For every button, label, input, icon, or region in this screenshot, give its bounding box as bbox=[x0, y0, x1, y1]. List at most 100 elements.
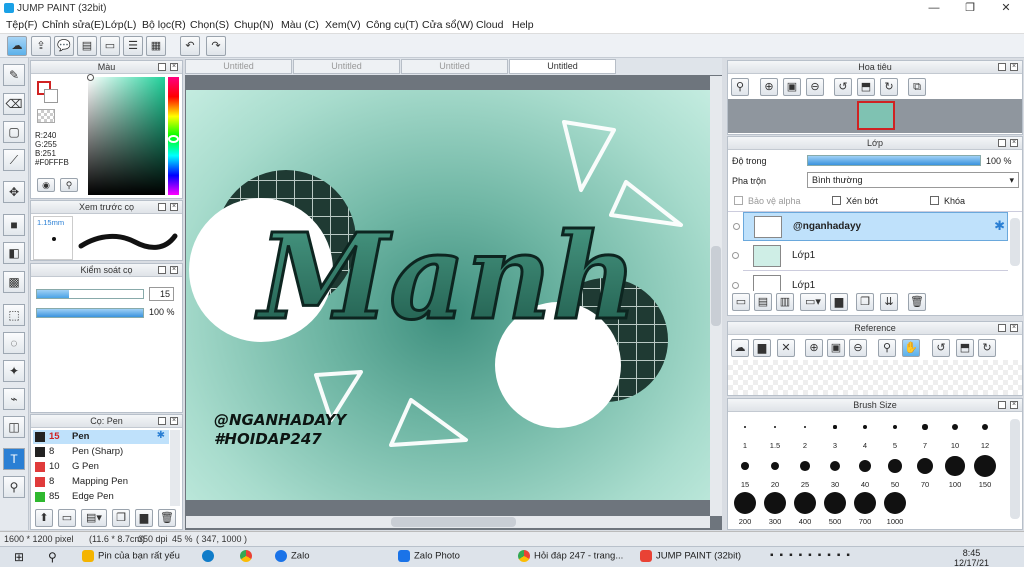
layer-row[interactable]: Lớp1 bbox=[732, 272, 1008, 291]
bucket-tool-icon[interactable]: ◧ bbox=[3, 242, 25, 264]
grid-icon[interactable]: ▦ bbox=[146, 36, 166, 56]
hand-icon[interactable]: ✋ bbox=[902, 339, 920, 357]
palette-icon[interactable]: ◉ bbox=[37, 178, 55, 192]
lock-checkbox[interactable] bbox=[930, 196, 939, 205]
brush-size-scrollbar[interactable] bbox=[1010, 419, 1020, 519]
brush-size-option[interactable]: 300 bbox=[762, 491, 788, 527]
brush-size-option[interactable]: 7 bbox=[912, 415, 938, 451]
menu-color[interactable]: Màu (C) bbox=[281, 19, 319, 31]
eraser-tool-icon[interactable]: ⌫ bbox=[3, 93, 25, 115]
brush-size-option[interactable]: 12 bbox=[972, 415, 998, 451]
close-icon[interactable]: × bbox=[1010, 324, 1018, 332]
duplicate-layer-icon[interactable]: ❐ bbox=[856, 293, 874, 311]
list-icon[interactable]: ☰ bbox=[123, 36, 143, 56]
search-icon[interactable]: ⚲ bbox=[48, 550, 57, 564]
canvas-vertical-scrollbar[interactable] bbox=[710, 76, 722, 516]
brush-size-option[interactable]: 20 bbox=[762, 454, 788, 490]
float-icon[interactable] bbox=[158, 266, 166, 274]
tab-untitled[interactable]: Untitled bbox=[185, 59, 292, 74]
brush-list-scrollbar[interactable] bbox=[170, 430, 180, 506]
float-icon[interactable] bbox=[158, 63, 166, 71]
rotate-right-icon[interactable]: ↻ bbox=[880, 78, 898, 96]
zoom-out-icon[interactable]: ⊖ bbox=[806, 78, 824, 96]
rotate-right-icon[interactable]: ↻ bbox=[978, 339, 996, 357]
close-icon[interactable]: × bbox=[1010, 63, 1018, 71]
menu-tools[interactable]: Công cụ(T) bbox=[366, 19, 419, 31]
sv-cursor[interactable] bbox=[87, 74, 94, 81]
maximize-button[interactable]: ❐ bbox=[952, 0, 988, 17]
close-icon[interactable]: × bbox=[170, 266, 178, 274]
brush-size-option[interactable]: 1 bbox=[732, 415, 758, 451]
redo-icon[interactable]: ↷ bbox=[206, 36, 226, 56]
document-icon[interactable]: ▭ bbox=[100, 36, 120, 56]
select-rect-icon[interactable]: ⬚ bbox=[3, 304, 25, 326]
brush-item[interactable]: 8 Pen (Sharp) bbox=[33, 445, 169, 459]
menu-filter[interactable]: Bộ lọc(R) bbox=[142, 19, 186, 31]
new-layer-8bit-icon[interactable]: ▤ bbox=[754, 293, 772, 311]
float-icon[interactable] bbox=[998, 324, 1006, 332]
undo-icon[interactable]: ↶ bbox=[180, 36, 200, 56]
open-folder-icon[interactable]: ▆ bbox=[753, 339, 771, 357]
new-brush-icon[interactable]: ▭ bbox=[58, 509, 76, 527]
brush-folder-icon[interactable]: ▆ bbox=[135, 509, 153, 527]
menu-select[interactable]: Chọn(S) bbox=[190, 19, 229, 31]
brush-size-slider[interactable] bbox=[36, 289, 144, 299]
brush-size-option[interactable]: 3 bbox=[822, 415, 848, 451]
close-icon[interactable]: × bbox=[170, 63, 178, 71]
brush-size-option[interactable]: 200 bbox=[732, 491, 758, 527]
rotate-icon[interactable]: ↺ bbox=[932, 339, 950, 357]
float-icon[interactable] bbox=[998, 401, 1006, 409]
folder-icon[interactable]: ▆ bbox=[830, 293, 848, 311]
tab-untitled-active[interactable]: Untitled bbox=[509, 59, 616, 74]
cloud-icon[interactable]: ☁ bbox=[7, 36, 27, 56]
eyedropper-icon[interactable]: ⚲ bbox=[60, 178, 78, 192]
menu-file[interactable]: Tệp(F) bbox=[6, 19, 38, 31]
brush-size-option[interactable]: 15 bbox=[732, 454, 758, 490]
zoom-in-icon[interactable]: ⊕ bbox=[760, 78, 778, 96]
pen-tool-icon[interactable]: ✎ bbox=[3, 64, 25, 86]
close-icon[interactable]: × bbox=[170, 203, 178, 211]
eye-icon[interactable] bbox=[732, 252, 739, 259]
flip-icon[interactable]: ⬒ bbox=[956, 339, 974, 357]
float-icon[interactable] bbox=[998, 139, 1006, 147]
eye-icon[interactable] bbox=[732, 282, 739, 289]
float-icon[interactable] bbox=[158, 417, 166, 425]
navigator-preview[interactable] bbox=[728, 99, 1022, 133]
layer-scrollbar[interactable] bbox=[1010, 218, 1020, 266]
float-icon[interactable] bbox=[158, 203, 166, 211]
minimize-button[interactable]: — bbox=[916, 0, 952, 17]
lasso-icon[interactable]: ◌ bbox=[3, 332, 25, 354]
layer-opacity-slider[interactable] bbox=[807, 155, 981, 166]
merge-layer-icon[interactable]: ⇊ bbox=[880, 293, 898, 311]
brush-tool-icon[interactable]: ⟋ bbox=[3, 149, 25, 171]
brush-size-option[interactable]: 10 bbox=[942, 415, 968, 451]
new-layer-1bit-icon[interactable]: ▥ bbox=[776, 293, 794, 311]
export-icon[interactable]: ⇪ bbox=[31, 36, 51, 56]
menu-layer[interactable]: Lớp(L) bbox=[105, 19, 136, 31]
layer-menu-icon[interactable]: ▭▾ bbox=[800, 293, 826, 311]
close-button[interactable]: ✕ bbox=[988, 0, 1024, 17]
taskbar-item[interactable]: Pin của bạn rất yếu bbox=[82, 550, 180, 562]
brush-item[interactable]: 85 Edge Pen bbox=[33, 490, 169, 504]
layer-row[interactable]: @nganhadayy ✱ bbox=[733, 212, 1008, 241]
protect-alpha-checkbox[interactable] bbox=[734, 196, 743, 205]
transparent-swatch[interactable] bbox=[37, 109, 55, 123]
flip-icon[interactable]: ⬒ bbox=[857, 78, 875, 96]
brush-size-option[interactable]: 50 bbox=[882, 454, 908, 490]
delete-layer-icon[interactable]: 🗑 bbox=[908, 293, 926, 311]
select-eraser-icon[interactable]: ◫ bbox=[3, 416, 25, 438]
zoom-icon[interactable]: ⚲ bbox=[731, 78, 749, 96]
gear-icon[interactable]: ✱ bbox=[157, 430, 165, 441]
brush-size-option[interactable]: 70 bbox=[912, 454, 938, 490]
brush-menu-icon[interactable]: ▤▾ bbox=[81, 509, 107, 527]
start-icon[interactable]: ⊞ bbox=[14, 550, 24, 564]
brush-size-option[interactable]: 150 bbox=[972, 454, 998, 490]
menu-edit[interactable]: Chỉnh sửa(E) bbox=[42, 19, 104, 31]
brush-size-option[interactable]: 1.5 bbox=[762, 415, 788, 451]
brush-size-option[interactable]: 5 bbox=[882, 415, 908, 451]
message-icon[interactable]: ▤ bbox=[77, 36, 97, 56]
artboard[interactable]: Manh @NGANHADAYY #HOIDAP247 bbox=[186, 90, 710, 500]
clipping-checkbox[interactable] bbox=[832, 196, 841, 205]
brush-size-option[interactable]: 1000 bbox=[882, 491, 908, 527]
brush-copy-icon[interactable]: ❐ bbox=[112, 509, 130, 527]
